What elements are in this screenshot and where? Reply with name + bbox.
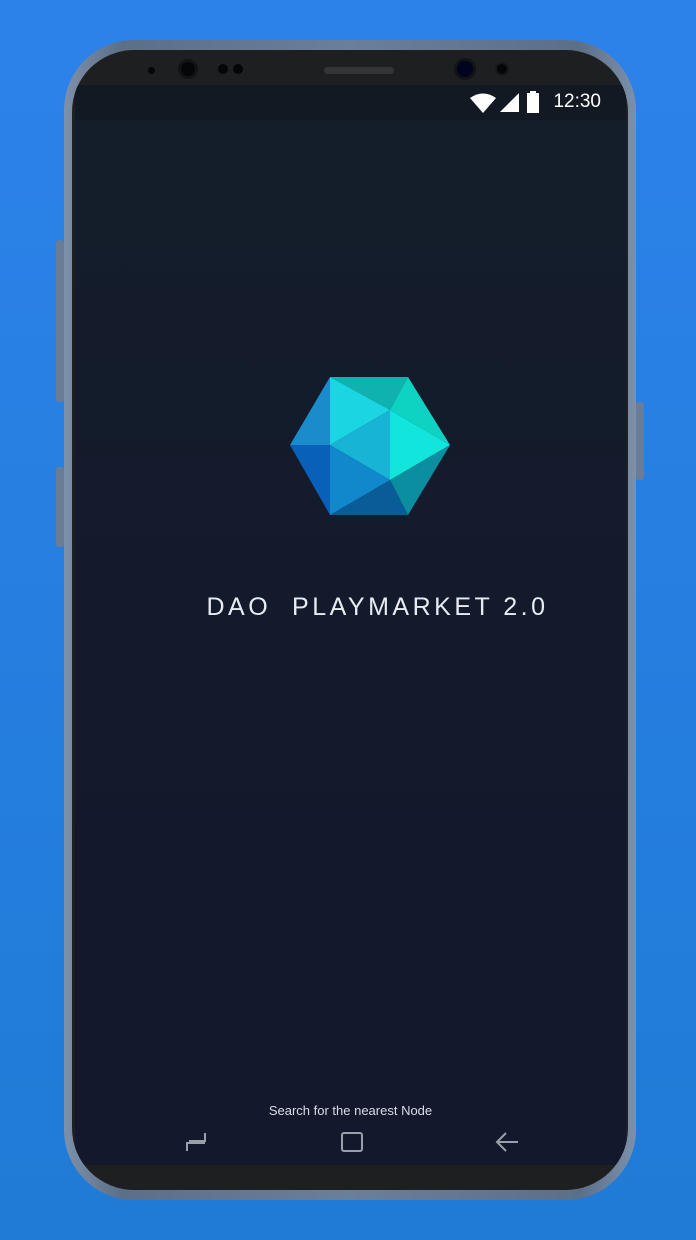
iris-camera-icon [178, 59, 198, 79]
recent-apps-icon[interactable] [185, 1131, 207, 1153]
sensor-icon [218, 64, 228, 74]
status-message: Search for the nearest Node [268, 1103, 433, 1118]
app-title: DAO PLAYMARKET 2.0 [206, 593, 549, 621]
phone-bezel: 12:30 DAO PLAYMARKET 2.0 Search for the … [72, 50, 628, 1190]
volume-up-button[interactable] [56, 240, 64, 402]
home-icon[interactable] [341, 1131, 363, 1153]
bixby-button[interactable] [56, 467, 64, 547]
app-screen: 12:30 DAO PLAYMARKET 2.0 Search for the … [75, 85, 626, 1165]
power-button[interactable] [636, 402, 644, 480]
sensor-icon [495, 62, 509, 76]
earpiece-speaker [324, 67, 394, 74]
hexagon-crystal-logo [290, 377, 450, 515]
back-icon[interactable] [495, 1131, 519, 1153]
phone-frame: 12:30 DAO PLAYMARKET 2.0 Search for the … [64, 40, 636, 1200]
sensor-icon [233, 64, 243, 74]
sensor-icon [148, 67, 155, 74]
front-camera-icon [454, 58, 476, 80]
